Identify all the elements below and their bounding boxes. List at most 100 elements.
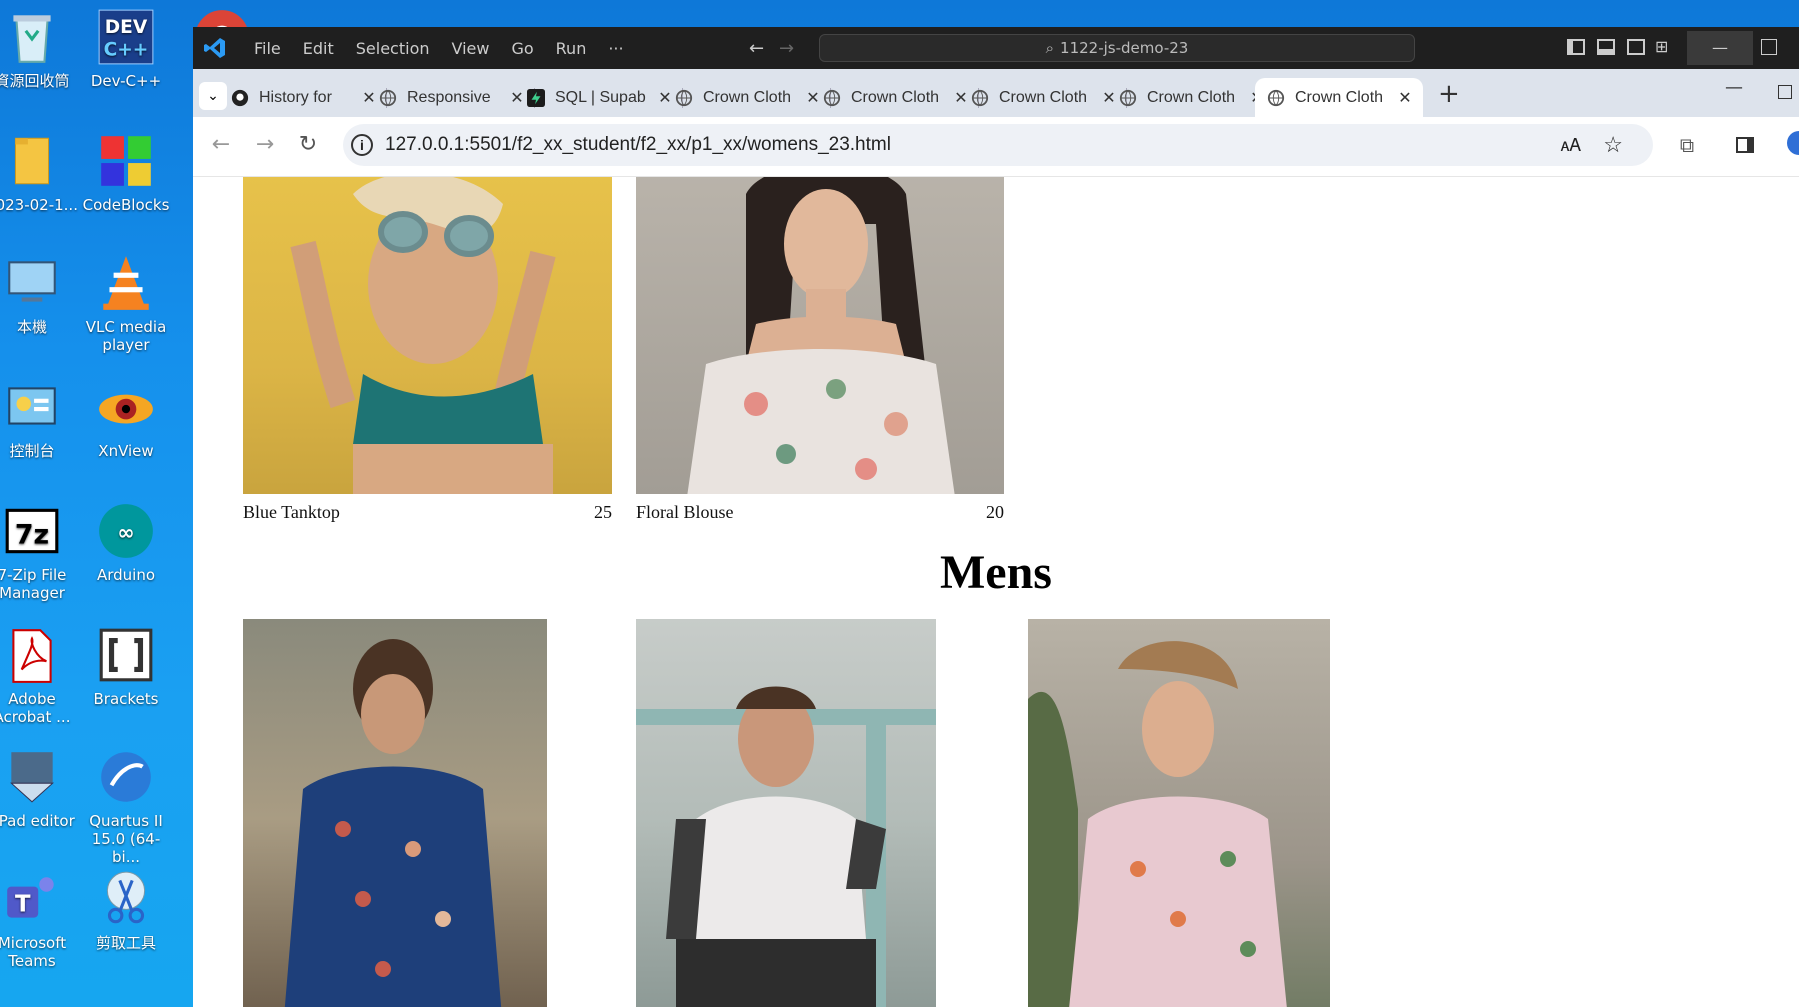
globe-icon <box>675 89 693 106</box>
dev-cpp-shortcut[interactable]: DEV C++ Dev-C++ <box>80 6 172 90</box>
xnview-shortcut[interactable]: XnView <box>80 376 172 460</box>
brackets-icon <box>99 628 153 682</box>
site-info-icon[interactable]: i <box>351 134 373 156</box>
pdf-icon <box>12 629 52 683</box>
browser-toolbar: ← → ↻ i 127.0.0.1:5501/f2_xx_student/f2_… <box>193 117 1799 177</box>
svg-text:T: T <box>15 891 31 917</box>
arduino-shortcut[interactable]: ∞ Arduino <box>80 500 172 584</box>
vscode-titlebar: File Edit Selection View Go Run ··· ← → … <box>193 27 1799 69</box>
vscode-logo-icon <box>204 38 225 58</box>
icon-label: 本機 <box>16 318 47 336</box>
tab-supabase-sql[interactable]: SQL | Supab ✕ <box>515 78 683 117</box>
bookmark-star-icon[interactable]: ☆ <box>1603 132 1623 158</box>
toggle-sidebar-icon[interactable] <box>1567 39 1585 55</box>
computer-icon <box>8 261 56 302</box>
forward-icon[interactable]: → <box>251 131 279 159</box>
product-image-mens-3[interactable] <box>1028 619 1330 1007</box>
icon-label: Adobe Acrobat ... <box>0 690 71 726</box>
search-icon: ⌕ <box>1045 39 1055 57</box>
close-tab-icon[interactable]: ✕ <box>1397 88 1413 107</box>
minimize-icon[interactable]: — <box>1725 77 1743 98</box>
7zip-shortcut[interactable]: 7z 7-Zip File Manager <box>0 500 78 602</box>
menu-selection[interactable]: Selection <box>345 39 441 58</box>
product-price: 20 <box>986 502 1004 522</box>
folder-shortcut[interactable]: 2023-02-1... <box>0 130 78 214</box>
icon-label: 資源回收筒 <box>0 72 70 90</box>
this-pc-shortcut[interactable]: 本機 <box>0 252 78 336</box>
product-image-mens-1[interactable] <box>243 619 547 1007</box>
side-panel-icon[interactable] <box>1731 131 1759 159</box>
tab-crown-clothing-2[interactable]: Crown Cloth ✕ <box>811 78 979 117</box>
url-text[interactable]: 127.0.0.1:5501/f2_xx_student/f2_xx/p1_xx… <box>385 134 891 156</box>
tab-crown-clothing-4[interactable]: Crown Cloth ✕ <box>1107 78 1275 117</box>
icon-label: Microsoft Teams <box>0 934 67 970</box>
customize-layout-icon[interactable]: ⊞ <box>1655 37 1668 56</box>
xnview-icon <box>99 394 153 424</box>
product-image-mens-2[interactable] <box>636 619 936 1007</box>
folder-icon <box>14 137 50 185</box>
recycle-bin-icon <box>13 15 51 63</box>
quartus-shortcut[interactable]: Quartus II 15.0 (64-bi... <box>80 746 172 866</box>
globe-icon <box>1267 89 1285 106</box>
page-content: Blue Tanktop 25 Floral Blouse 20 Mens <box>193 177 1799 1007</box>
section-title-mens: Mens <box>940 546 1052 599</box>
toggle-panel-icon[interactable] <box>1597 39 1615 55</box>
profile-avatar[interactable] <box>1787 131 1799 155</box>
icon-label: 剪取工具 <box>95 934 156 952</box>
tab-crown-clothing-1[interactable]: Crown Cloth ✕ <box>663 78 831 117</box>
tab-title: Crown Cloth <box>851 88 940 106</box>
vlc-shortcut[interactable]: VLC media player <box>80 252 172 354</box>
product-image-blue-tanktop[interactable] <box>243 177 612 494</box>
brackets-shortcut[interactable]: Brackets <box>80 624 172 708</box>
globe-icon <box>823 89 841 106</box>
vlc-icon <box>103 256 149 310</box>
tab-github-history[interactable]: History for ✕ <box>219 78 387 117</box>
codeblocks-icon <box>101 136 151 186</box>
menu-go[interactable]: Go <box>500 39 544 58</box>
maximize-icon[interactable] <box>1778 85 1792 99</box>
command-center[interactable]: ⌕ 1122-js-demo-23 <box>819 34 1415 62</box>
nav-forward-icon[interactable]: → <box>779 38 794 59</box>
spad-editor-shortcut[interactable]: SPad editor <box>0 746 78 830</box>
new-tab-button[interactable]: + <box>1438 79 1460 109</box>
snipping-tool-shortcut[interactable]: 剪取工具 <box>80 868 172 952</box>
nav-back-icon[interactable]: ← <box>749 38 764 59</box>
product-image-floral-blouse[interactable] <box>636 177 1004 494</box>
quartus-icon <box>101 752 151 802</box>
translate-icon[interactable]: 🗚 <box>1561 135 1581 156</box>
dev-cpp-icon: DEVC++ <box>98 9 154 65</box>
menu-more[interactable]: ··· <box>597 39 634 58</box>
reload-icon[interactable]: ↻ <box>294 131 322 159</box>
arduino-icon: ∞ <box>99 504 153 558</box>
tab-crown-clothing-active[interactable]: Crown Cloth ✕ <box>1255 78 1423 117</box>
svg-text:DEV: DEV <box>105 17 148 38</box>
supabase-icon <box>527 88 545 107</box>
workspace-name: 1122-js-demo-23 <box>1060 39 1189 57</box>
toggle-secondary-sidebar-icon[interactable] <box>1627 39 1645 55</box>
minimize-icon[interactable]: — <box>1687 31 1753 65</box>
microsoft-teams-shortcut[interactable]: T Microsoft Teams <box>0 868 78 970</box>
globe-icon <box>971 89 989 106</box>
address-bar[interactable]: i 127.0.0.1:5501/f2_xx_student/f2_xx/p1_… <box>343 124 1653 166</box>
maximize-icon[interactable] <box>1761 39 1777 55</box>
menu-view[interactable]: View <box>441 39 501 58</box>
codeblocks-shortcut[interactable]: CodeBlocks <box>80 130 172 214</box>
tab-title: Responsive <box>407 88 491 106</box>
spad-editor-icon <box>9 752 55 803</box>
adobe-acrobat-shortcut[interactable]: Adobe Acrobat ... <box>0 624 78 726</box>
scissors-icon <box>106 871 146 924</box>
control-panel-shortcut[interactable]: 控制台 <box>0 376 78 460</box>
menu-file[interactable]: File <box>243 39 292 58</box>
extensions-icon[interactable]: ⧉ <box>1673 131 1701 159</box>
menu-run[interactable]: Run <box>545 39 598 58</box>
icon-label: XnView <box>98 442 154 460</box>
7zip-icon: 7z <box>5 508 59 554</box>
globe-icon <box>379 89 397 106</box>
recycle-bin-shortcut[interactable]: 資源回收筒 <box>0 6 78 90</box>
control-panel-icon <box>8 387 56 425</box>
globe-icon <box>1119 89 1137 106</box>
tab-responsive[interactable]: Responsive ✕ <box>367 78 535 117</box>
back-icon[interactable]: ← <box>207 131 235 159</box>
tab-crown-clothing-3[interactable]: Crown Cloth ✕ <box>959 78 1127 117</box>
menu-edit[interactable]: Edit <box>292 39 345 58</box>
